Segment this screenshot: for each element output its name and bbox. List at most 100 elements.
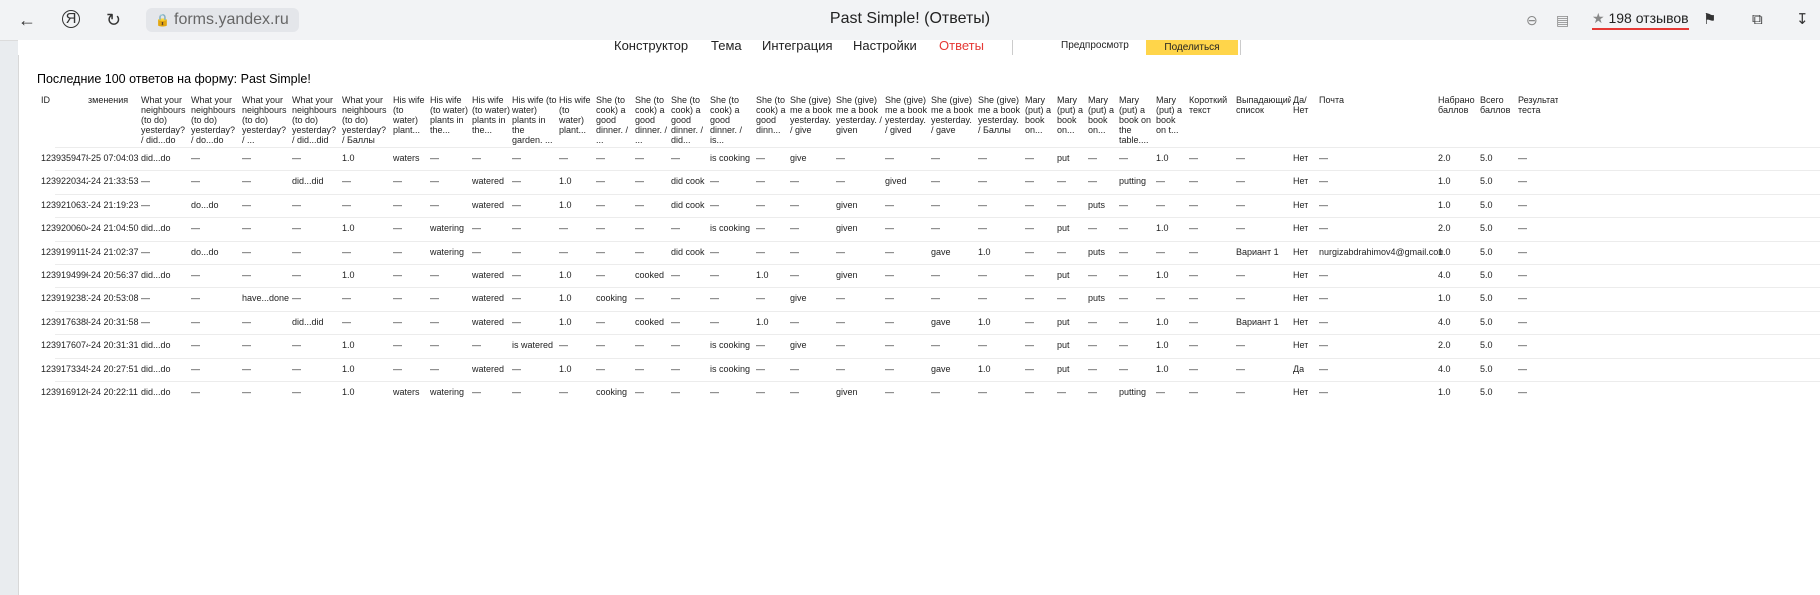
table-cell[interactable]: — (1319, 364, 1328, 374)
table-cell[interactable]: gave (931, 364, 951, 374)
table-cell[interactable]: did...do (141, 387, 171, 397)
table-cell[interactable]: 4.0 (1438, 364, 1451, 374)
table-cell[interactable]: did...do (141, 364, 171, 374)
table-cell[interactable]: — (292, 270, 301, 280)
table-cell[interactable]: — (1088, 153, 1097, 163)
table-cell[interactable]: — (1156, 247, 1165, 257)
table-cell[interactable]: — (393, 270, 402, 280)
table-cell[interactable]: Нет (1293, 200, 1308, 210)
table-cell[interactable]: — (790, 270, 799, 280)
tab-integration[interactable]: Интеграция (762, 38, 833, 53)
table-cell[interactable]: — (596, 176, 605, 186)
column-header[interactable]: She (give) me a book yesterday. / give (790, 95, 834, 135)
table-cell[interactable]: — (931, 270, 940, 280)
table-cell[interactable]: — (1236, 153, 1245, 163)
table-cell[interactable]: — (978, 340, 987, 350)
table-cell[interactable]: — (1319, 293, 1328, 303)
zoom-icon[interactable]: ⊖ (1526, 10, 1538, 30)
reviews-badge[interactable]: ★ 198 отзывов (1592, 10, 1689, 30)
table-cell[interactable]: — (1088, 340, 1097, 350)
table-cell[interactable]: — (836, 293, 845, 303)
table-cell[interactable]: given (836, 200, 858, 210)
table-cell[interactable]: 5.0 (1480, 293, 1493, 303)
column-header[interactable]: Почта (1319, 95, 1437, 105)
table-cell[interactable]: — (1057, 387, 1066, 397)
table-cell[interactable]: — (596, 153, 605, 163)
table-cell[interactable]: — (1236, 340, 1245, 350)
table-cell[interactable]: watered (472, 364, 504, 374)
tab-answers[interactable]: Ответы (939, 38, 984, 53)
table-cell[interactable]: — (1518, 293, 1527, 303)
table-cell[interactable]: — (978, 387, 987, 397)
table-cell[interactable]: — (1156, 200, 1165, 210)
table-cell[interactable]: — (978, 223, 987, 233)
table-cell[interactable]: — (430, 153, 439, 163)
table-cell[interactable]: -24 21:33:53 (88, 176, 139, 186)
table-cell[interactable]: Да (1293, 364, 1304, 374)
table-cell[interactable]: — (978, 200, 987, 210)
table-cell[interactable]: — (472, 340, 481, 350)
table-cell[interactable]: — (292, 247, 301, 257)
table-cell[interactable]: 1239173345 (41, 364, 88, 374)
table-cell[interactable]: — (671, 387, 680, 397)
table-cell[interactable]: 1.0 (559, 293, 572, 303)
table-cell[interactable]: is cooking (710, 340, 750, 350)
table-cell[interactable]: put (1057, 223, 1070, 233)
table-cell[interactable]: — (430, 340, 439, 350)
table-cell[interactable]: did cook (671, 247, 705, 257)
table-cell[interactable]: is watered (512, 340, 553, 350)
table-cell[interactable]: 1.0 (1156, 364, 1169, 374)
table-cell[interactable]: — (1319, 340, 1328, 350)
table-cell[interactable]: give (790, 340, 807, 350)
table-cell[interactable]: — (1319, 200, 1328, 210)
table-cell[interactable]: watered (472, 176, 504, 186)
table-cell[interactable]: — (635, 223, 644, 233)
table-cell[interactable]: — (1518, 153, 1527, 163)
table-cell[interactable]: — (790, 364, 799, 374)
share-button[interactable]: Поделиться (1146, 40, 1238, 55)
table-cell[interactable]: do...do (191, 200, 219, 210)
column-header[interactable]: Mary (put) a book on... (1088, 95, 1117, 135)
collections-icon[interactable]: ⧉ (1752, 10, 1763, 30)
column-header[interactable]: What your neighbours (to do) yesterday? … (191, 95, 239, 145)
table-cell[interactable]: — (1319, 223, 1328, 233)
table-cell[interactable]: — (1189, 153, 1198, 163)
table-cell[interactable]: — (430, 270, 439, 280)
table-cell[interactable]: Нет (1293, 223, 1308, 233)
column-header[interactable]: His wife (to water) plants in the... (472, 95, 510, 135)
table-cell[interactable]: 5.0 (1480, 153, 1493, 163)
table-cell[interactable]: — (1119, 317, 1128, 327)
table-cell[interactable]: — (885, 340, 894, 350)
table-cell[interactable]: given (836, 387, 858, 397)
column-header[interactable]: Да/ Нет (1293, 95, 1317, 115)
table-cell[interactable]: — (512, 247, 521, 257)
table-cell[interactable]: — (191, 387, 200, 397)
table-cell[interactable]: -24 21:02:37 (88, 247, 139, 257)
table-cell[interactable]: did...did (292, 317, 324, 327)
table-cell[interactable]: — (512, 293, 521, 303)
table-cell[interactable]: — (635, 364, 644, 374)
table-cell[interactable]: — (1236, 223, 1245, 233)
table-cell[interactable]: — (1156, 387, 1165, 397)
table-cell[interactable]: — (931, 387, 940, 397)
table-cell[interactable]: did...did (292, 176, 324, 186)
table-cell[interactable]: — (710, 293, 719, 303)
table-cell[interactable]: — (710, 387, 719, 397)
table-cell[interactable]: putting (1119, 176, 1146, 186)
table-cell[interactable]: -24 20:31:31 (88, 340, 139, 350)
table-cell[interactable]: 1239220342 (41, 176, 88, 186)
table-cell[interactable]: 1.0 (978, 317, 991, 327)
table-cell[interactable]: — (512, 387, 521, 397)
table-cell[interactable]: — (1025, 200, 1034, 210)
table-cell[interactable]: — (635, 340, 644, 350)
table-cell[interactable]: — (596, 247, 605, 257)
column-header[interactable]: His wife (to water) plant... (393, 95, 429, 135)
table-cell[interactable]: — (1119, 340, 1128, 350)
table-cell[interactable]: — (756, 200, 765, 210)
table-cell[interactable]: — (342, 247, 351, 257)
table-cell[interactable]: — (1319, 176, 1328, 186)
table-cell[interactable]: gave (931, 317, 951, 327)
table-cell[interactable]: — (242, 364, 251, 374)
table-cell[interactable]: Нет (1293, 293, 1308, 303)
table-cell[interactable]: — (1189, 387, 1198, 397)
